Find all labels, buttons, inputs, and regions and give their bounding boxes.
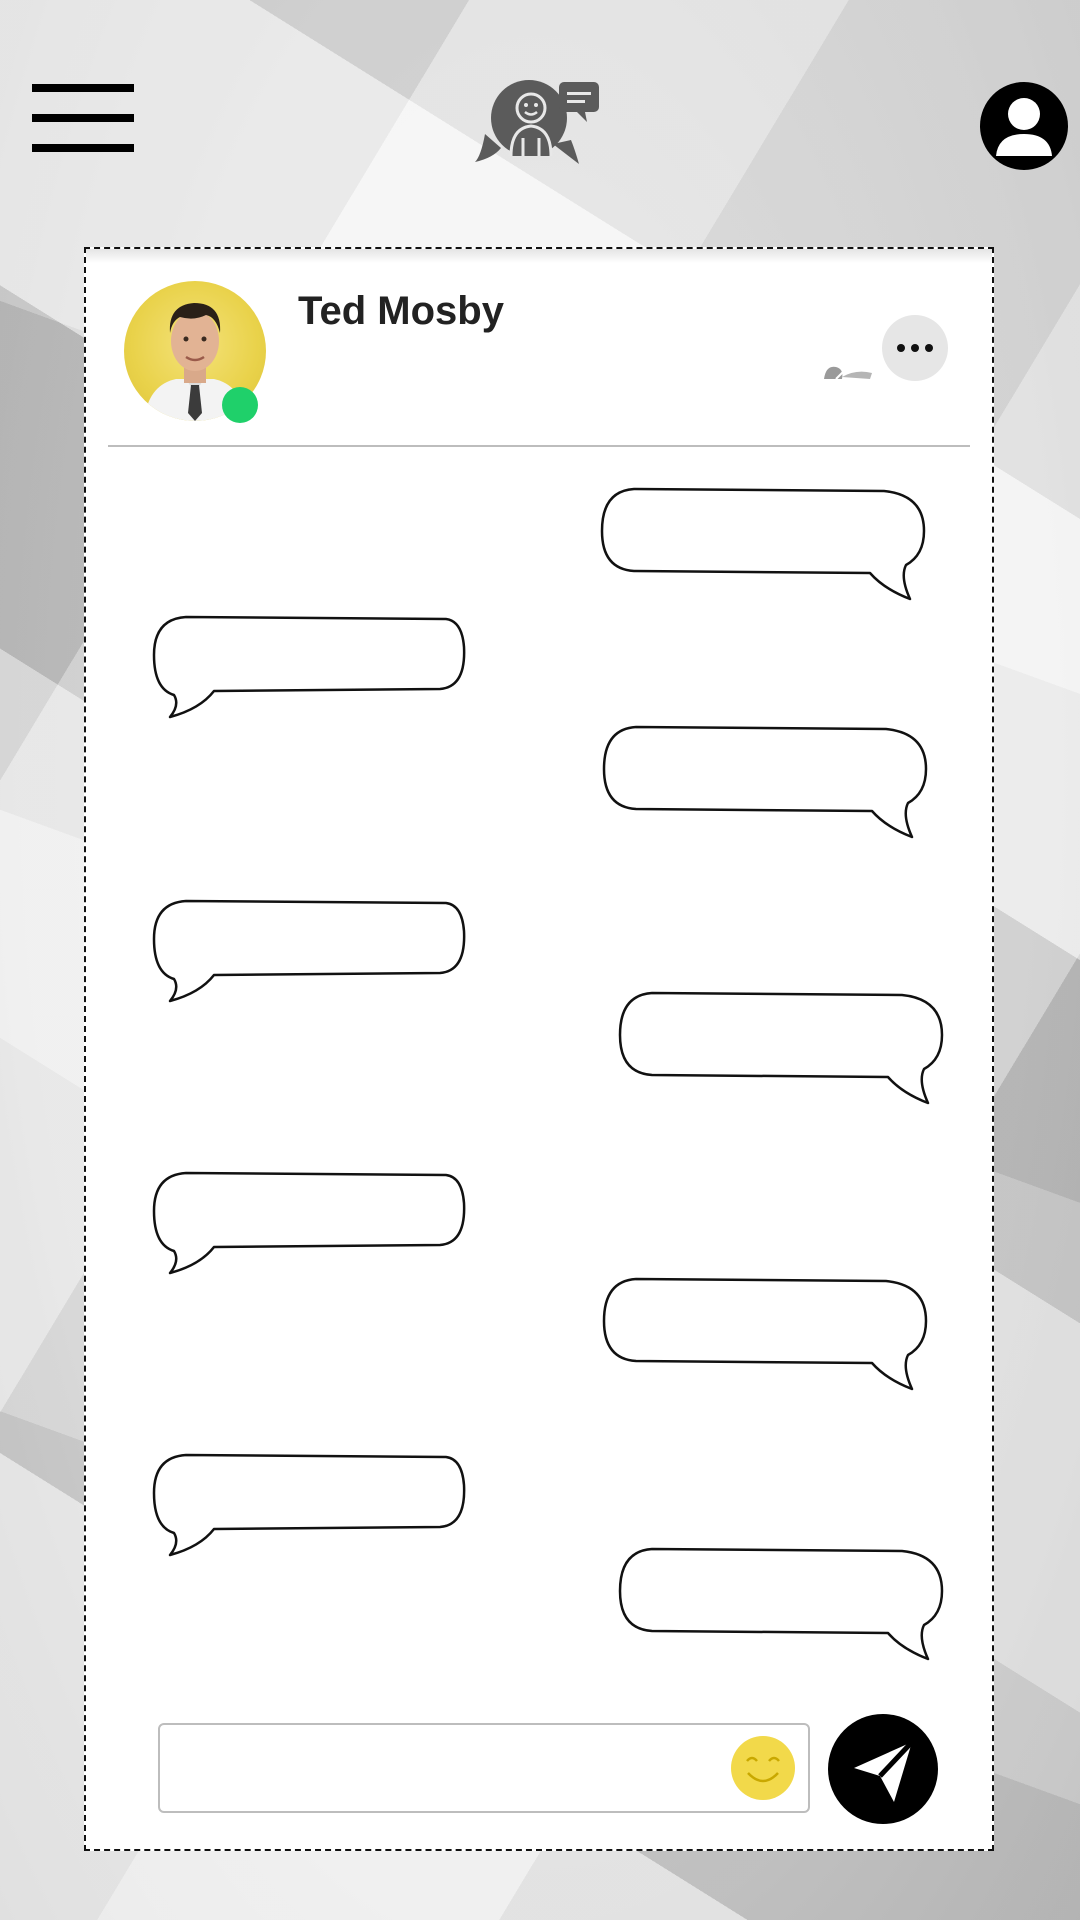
paper-plane-send-icon[interactable] <box>828 1714 938 1824</box>
online-status-indicator <box>222 387 258 423</box>
sent-message-bubble[interactable] <box>616 989 946 1109</box>
dot <box>925 344 933 352</box>
message-input[interactable] <box>176 1735 716 1801</box>
sent-message-bubble[interactable] <box>600 723 930 843</box>
menu-line <box>32 84 134 92</box>
menu-line <box>32 144 134 152</box>
chat-window: Ted Mosby <box>84 247 994 1851</box>
received-message-bubble[interactable] <box>150 1169 480 1289</box>
sent-message-bubble[interactable] <box>600 1275 930 1395</box>
sent-message-bubble[interactable] <box>616 1545 946 1665</box>
chat-app-logo-icon <box>475 78 605 166</box>
sent-message-bubble[interactable] <box>598 485 928 605</box>
more-options-icon[interactable] <box>882 315 948 381</box>
contact-name: Ted Mosby <box>298 289 504 333</box>
user-profile-icon[interactable] <box>980 82 1068 170</box>
received-message-bubble[interactable] <box>150 1451 480 1571</box>
dot <box>897 344 905 352</box>
received-message-bubble[interactable] <box>150 897 480 1017</box>
received-message-bubble[interactable] <box>150 613 480 733</box>
header-divider <box>108 445 970 447</box>
smiley-emoji-icon[interactable] <box>730 1735 796 1801</box>
menu-line <box>32 114 134 122</box>
message-composer <box>158 1723 810 1813</box>
dot <box>911 344 919 352</box>
hamburger-menu-icon[interactable] <box>32 84 134 152</box>
typing-indicator-icon <box>822 361 878 383</box>
